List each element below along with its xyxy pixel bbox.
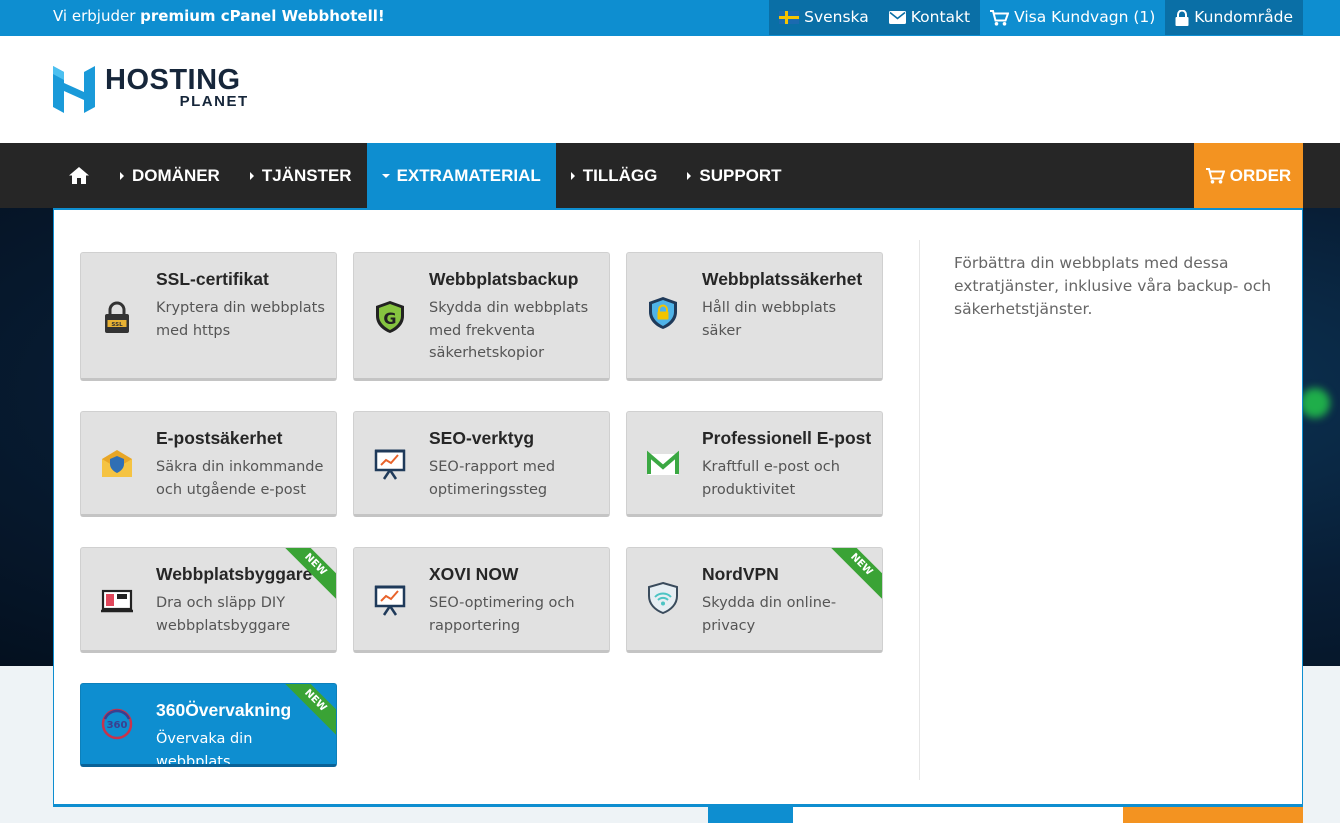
main-nav: DOMÄNER TJÄNSTER EXTRAMATERIAL TILLÄGG S… <box>0 143 1340 208</box>
menu-card-seo-tools[interactable]: SEO-verktyg SEO-rapport med optimeringss… <box>353 411 610 517</box>
cart-icon <box>1205 167 1225 184</box>
swedish-flag-icon <box>779 11 800 24</box>
seo-chart-icon <box>374 449 406 480</box>
order-label: ORDER <box>1229 165 1292 185</box>
card-title: E-postsäkerhet <box>156 428 283 448</box>
promo-text: Vi erbjuder premium cPanel Webbhotell! <box>53 0 385 36</box>
logo-line-2: PLANET <box>179 93 249 110</box>
nav-addons-label: TILLÄGG <box>582 166 658 185</box>
card-subtitle: Dra och släpp DIY webbplatsbyggare <box>156 595 291 634</box>
promo-prefix: Vi erbjuder <box>53 7 141 25</box>
card-subtitle: SEO-optimering och rapportering <box>429 595 575 634</box>
site-builder-icon <box>101 589 133 613</box>
card-title: SSL-certifikat <box>156 269 269 289</box>
view-cart-link[interactable]: Visa Kundvagn (1) <box>980 0 1165 35</box>
lower-tab-blue <box>708 806 793 823</box>
caret-right-icon <box>687 171 692 180</box>
card-title: Webbplatssäkerhet <box>702 269 863 289</box>
extras-mega-menu: SSL SSL-certifikat Kryptera din webbplat… <box>53 208 1303 807</box>
svg-text:G: G <box>383 309 396 328</box>
language-selector[interactable]: Svenska <box>769 0 879 35</box>
vpn-shield-icon <box>648 581 678 615</box>
ssl-lock-icon: SSL <box>105 301 129 333</box>
menu-card-pro-email[interactable]: Professionell E-post Kraftfull e-post oc… <box>626 411 883 517</box>
logo-text: HOSTING PLANET <box>105 64 247 110</box>
svg-text:360: 360 <box>107 720 128 731</box>
card-subtitle: SEO-rapport med optimeringssteg <box>429 459 556 498</box>
nav-extras[interactable]: EXTRAMATERIAL <box>366 143 556 208</box>
menu-card-xovi[interactable]: XOVI NOW SEO-optimering och rapportering <box>353 547 610 653</box>
caret-right-icon <box>120 171 124 180</box>
mail-m-icon <box>647 450 679 475</box>
nav-domains[interactable]: DOMÄNER <box>105 143 235 208</box>
monitor-360-icon: 360 <box>101 708 133 740</box>
nav-home[interactable] <box>53 143 105 208</box>
client-area-link[interactable]: Kundområde <box>1165 0 1303 35</box>
language-label: Svenska <box>804 8 869 26</box>
top-bar: Vi erbjuder premium cPanel Webbhotell! S… <box>0 0 1340 36</box>
security-shield-icon <box>649 297 677 329</box>
cart-icon <box>990 9 1010 26</box>
backup-shield-icon: G <box>376 301 404 333</box>
svg-text:SSL: SSL <box>111 322 123 328</box>
card-subtitle: Håll din webbplats säker <box>702 300 837 339</box>
lower-field <box>793 806 1123 823</box>
cart-label: Visa Kundvagn (1) <box>1014 8 1156 26</box>
logo-h-icon <box>53 66 95 113</box>
contact-link[interactable]: Kontakt <box>878 0 981 35</box>
promo-highlight: premium cPanel Webbhotell! <box>140 7 385 25</box>
top-links: Svenska Kontakt Visa Kundvagn (1) Kundom… <box>769 0 1303 36</box>
menu-description: Förbättra din webbplats med dessa extrat… <box>954 254 1272 318</box>
menu-card-ssl[interactable]: SSL SSL-certifikat Kryptera din webbplat… <box>80 252 337 381</box>
nav-services-label: TJÄNSTER <box>261 166 352 185</box>
hero-glow <box>1300 388 1330 418</box>
caret-right-icon <box>249 171 254 180</box>
site-header: HOSTING PLANET <box>0 36 1340 143</box>
nav-support[interactable]: SUPPORT <box>672 143 796 208</box>
card-title: XOVI NOW <box>429 564 519 584</box>
envelope-icon <box>888 11 906 24</box>
seo-chart-icon <box>374 585 406 616</box>
card-title: NordVPN <box>702 564 779 584</box>
nav-addons[interactable]: TILLÄGG <box>556 143 673 208</box>
menu-card-nordvpn[interactable]: NordVPN Skydda din online-privacy NEW <box>626 547 883 653</box>
menu-divider <box>919 240 920 780</box>
card-subtitle: Säkra din inkommande och utgående e-post <box>156 459 324 498</box>
card-subtitle: Skydda din online-privacy <box>702 595 837 634</box>
nav-services[interactable]: TJÄNSTER <box>235 143 367 208</box>
lock-icon <box>1175 9 1189 26</box>
caret-down-icon <box>381 173 390 178</box>
card-subtitle: Kryptera din webbplats med https <box>156 300 325 339</box>
card-title: Professionell E-post <box>702 428 872 448</box>
lower-tab-orange <box>1123 806 1303 823</box>
nav-domains-label: DOMÄNER <box>132 166 220 185</box>
menu-card-backup[interactable]: G Webbplatsbackup Skydda din webbplats m… <box>353 252 610 381</box>
menu-card-security[interactable]: Webbplatssäkerhet Håll din webbplats säk… <box>626 252 883 381</box>
nav-support-label: SUPPORT <box>699 166 782 185</box>
card-subtitle: Kraftfull e-post och produktivitet <box>702 459 840 498</box>
menu-card-site-builder[interactable]: Webbplatsbyggare Dra och släpp DIY webbp… <box>80 547 337 653</box>
email-security-icon <box>102 450 132 477</box>
logo-line-1: HOSTING <box>105 64 241 96</box>
contact-label: Kontakt <box>910 8 971 26</box>
nav-items: DOMÄNER TJÄNSTER EXTRAMATERIAL TILLÄGG S… <box>53 143 797 208</box>
card-subtitle: Övervaka din webbplats <box>156 731 253 767</box>
menu-card-email-security[interactable]: E-postsäkerhet Säkra din inkommande och … <box>80 411 337 517</box>
home-icon <box>69 167 89 184</box>
card-title: Webbplatsbackup <box>429 269 579 289</box>
menu-card-360-monitoring[interactable]: 360 360Övervakning Övervaka din webbplat… <box>80 683 337 767</box>
order-button[interactable]: ORDER <box>1194 143 1303 208</box>
hosting-planet-logo[interactable]: HOSTING PLANET <box>53 64 247 113</box>
nav-extras-label: EXTRAMATERIAL <box>396 166 541 185</box>
card-subtitle: Skydda din webbplats med frekventa säker… <box>429 300 589 361</box>
card-title: SEO-verktyg <box>429 428 535 448</box>
client-area-label: Kundområde <box>1194 8 1293 26</box>
card-title: Webbplatsbyggare <box>156 564 313 584</box>
caret-right-icon <box>570 171 575 180</box>
card-title: 360Övervakning <box>156 700 292 720</box>
